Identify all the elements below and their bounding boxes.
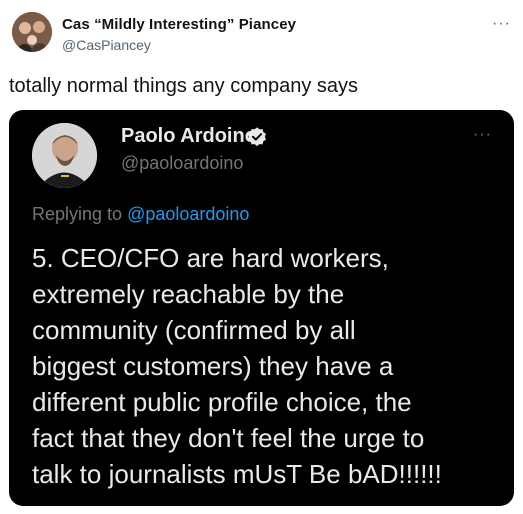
replying-to-line: Replying to @paoloardoino bbox=[32, 204, 249, 225]
replying-to-label: Replying to bbox=[32, 204, 128, 224]
embedded-author-handle: @paoloardoino bbox=[121, 153, 244, 173]
embedded-author-name: Paolo Ardoino bbox=[121, 125, 257, 147]
tweet-text: totally normal things any company says bbox=[9, 75, 359, 97]
more-options-icon[interactable]: ··· bbox=[492, 16, 511, 32]
tweet-card: Cas “Mildly Interesting” Piancey @CasPia… bbox=[0, 0, 523, 514]
verified-badge-icon bbox=[248, 127, 266, 147]
embedded-tweet-body: 5. CEO/CFO are hard workers, extremely r… bbox=[32, 243, 442, 489]
author-handle[interactable]: @CasPiancey bbox=[62, 37, 151, 53]
author-avatar[interactable] bbox=[12, 12, 52, 52]
embedded-screenshot: Paolo Ardoino @paoloardoino ··· Replying… bbox=[9, 110, 514, 506]
replying-to-mention: @paoloardoino bbox=[127, 204, 250, 224]
embedded-more-icon: ··· bbox=[473, 126, 492, 143]
embedded-author-avatar bbox=[32, 123, 97, 188]
author-name[interactable]: Cas “Mildly Interesting” Piancey bbox=[62, 16, 296, 33]
